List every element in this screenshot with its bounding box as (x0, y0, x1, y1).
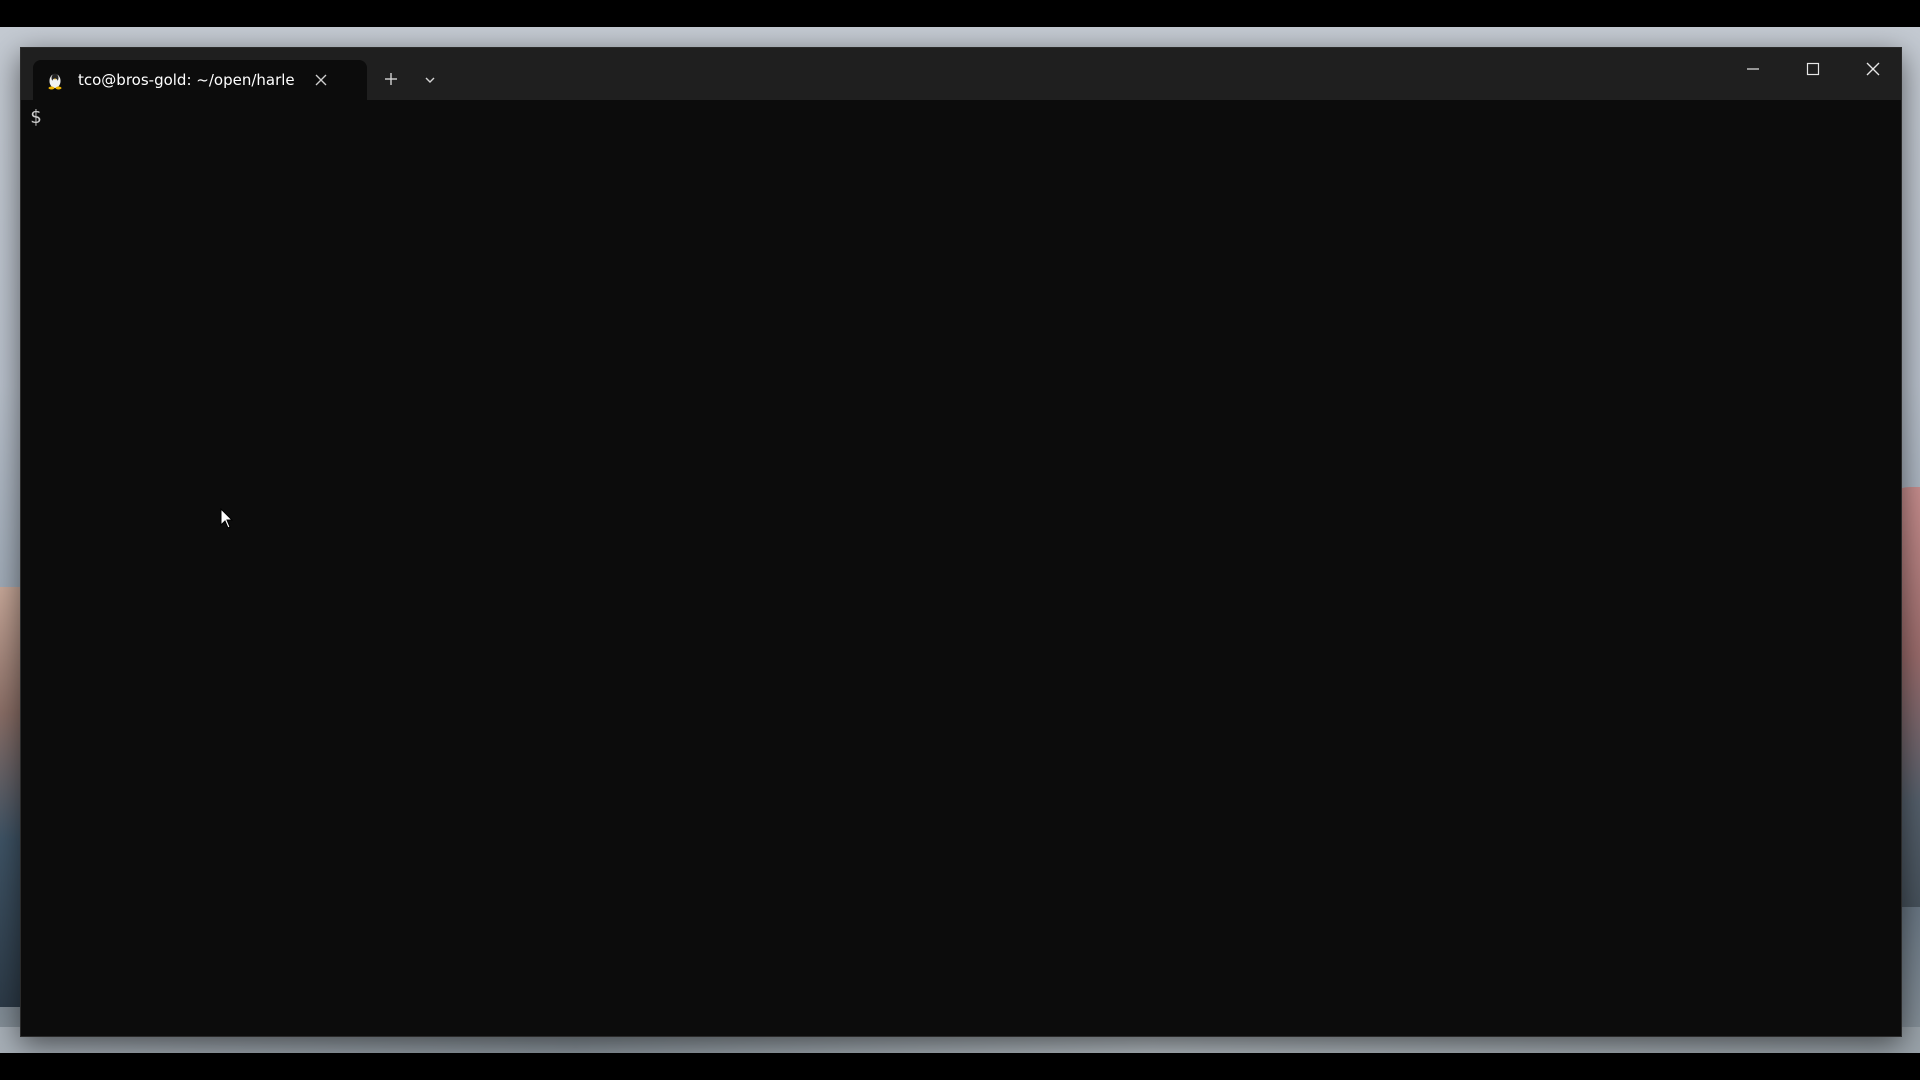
close-tab-icon[interactable] (309, 68, 333, 92)
screen-top-bar (0, 0, 1920, 27)
minimize-button[interactable] (1725, 54, 1781, 88)
mouse-pointer-icon (220, 507, 234, 530)
tab-dropdown-button[interactable] (415, 66, 445, 96)
new-tab-button[interactable] (375, 66, 407, 96)
linux-penguin-icon (45, 70, 65, 90)
maximize-button[interactable] (1785, 54, 1841, 88)
tab-title: tco@bros-gold: ~/open/harle (78, 71, 295, 89)
title-bar[interactable]: tco@bros-gold: ~/open/harle (21, 48, 1901, 100)
terminal-output-area[interactable] (21, 100, 1901, 1036)
close-window-button[interactable] (1845, 54, 1901, 88)
shell-prompt: $ (30, 106, 42, 128)
plus-icon (383, 71, 399, 91)
screen-bottom-bar (0, 1053, 1920, 1080)
terminal-window: tco@bros-gold: ~/open/harle $ (20, 47, 1902, 1037)
maximize-icon (1805, 61, 1821, 81)
chevron-down-icon (423, 72, 437, 91)
minimize-icon (1745, 61, 1761, 81)
close-icon (1864, 60, 1882, 82)
tab-terminal[interactable]: tco@bros-gold: ~/open/harle (33, 60, 367, 100)
